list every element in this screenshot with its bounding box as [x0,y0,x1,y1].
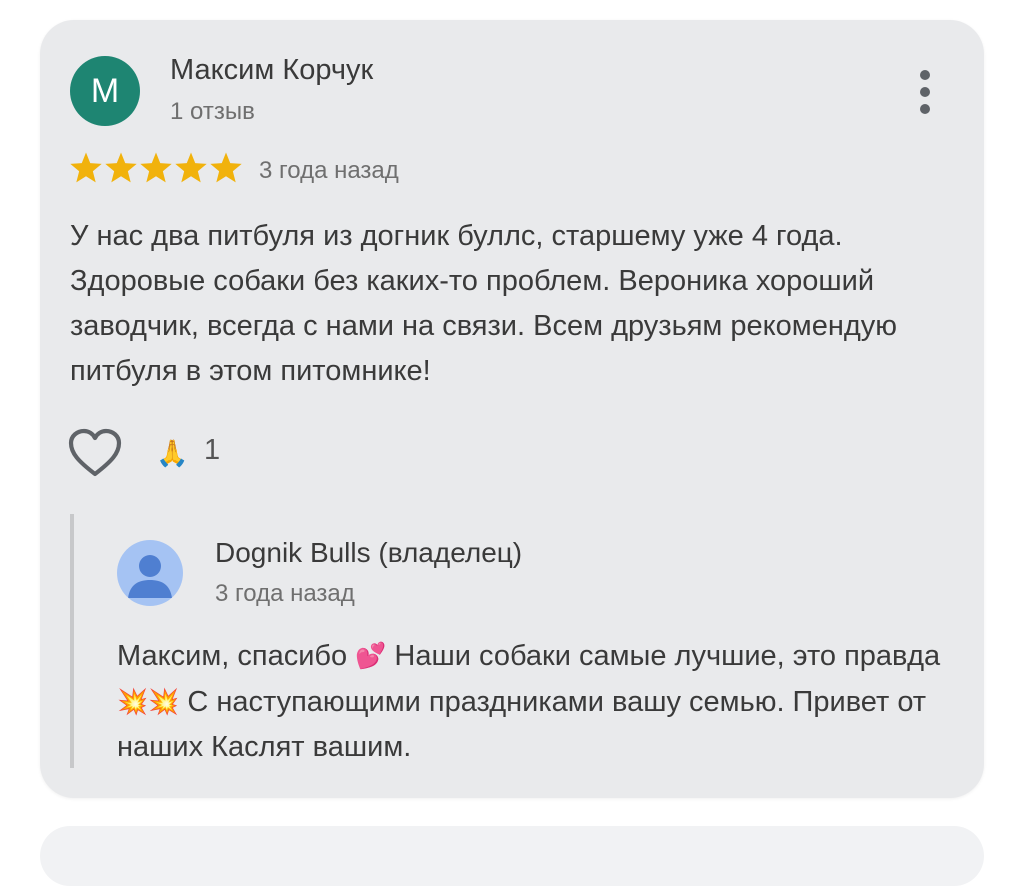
reaction-count: 1 [204,434,221,466]
author-review-count: 1 отзыв [170,98,255,125]
star-icon [70,152,102,183]
author-avatar[interactable]: М [70,56,140,126]
reply-text-part2: Наши собаки самые лучшие, это правда [386,640,941,672]
star-icon [105,152,137,183]
more-vert-icon[interactable] [912,68,938,116]
owner-avatar [117,540,183,606]
author-name[interactable]: Максим Корчук [170,54,373,87]
star-icon [175,152,207,183]
person-icon [128,555,172,598]
hearts-emoji: 💕 [355,641,387,670]
reply-text-part1: Максим, спасибо [117,640,356,672]
collision-emoji: 💥💥 [117,687,180,716]
star-icon [210,152,242,183]
reply-divider [70,514,74,768]
next-review-card [40,826,984,886]
owner-reply-text: Максим, спасибо 💕 Наши собаки самые лучш… [117,633,957,770]
reaction-emoji[interactable]: 🙏 [156,436,188,470]
review-text: У нас два питбуля из догник буллс, старш… [70,220,898,387]
author-initial: М [90,71,120,110]
star-rating [70,152,242,183]
owner-reply-date: 3 года назад [215,580,355,607]
reply-text-part3: С наступающими праздниками вашу семью. П… [117,686,927,763]
owner-name: Dognik Bulls (владелец) [215,537,523,568]
heart-outline-icon[interactable] [68,428,122,478]
review-date: 3 года назад [259,157,399,184]
star-icon [140,152,172,183]
